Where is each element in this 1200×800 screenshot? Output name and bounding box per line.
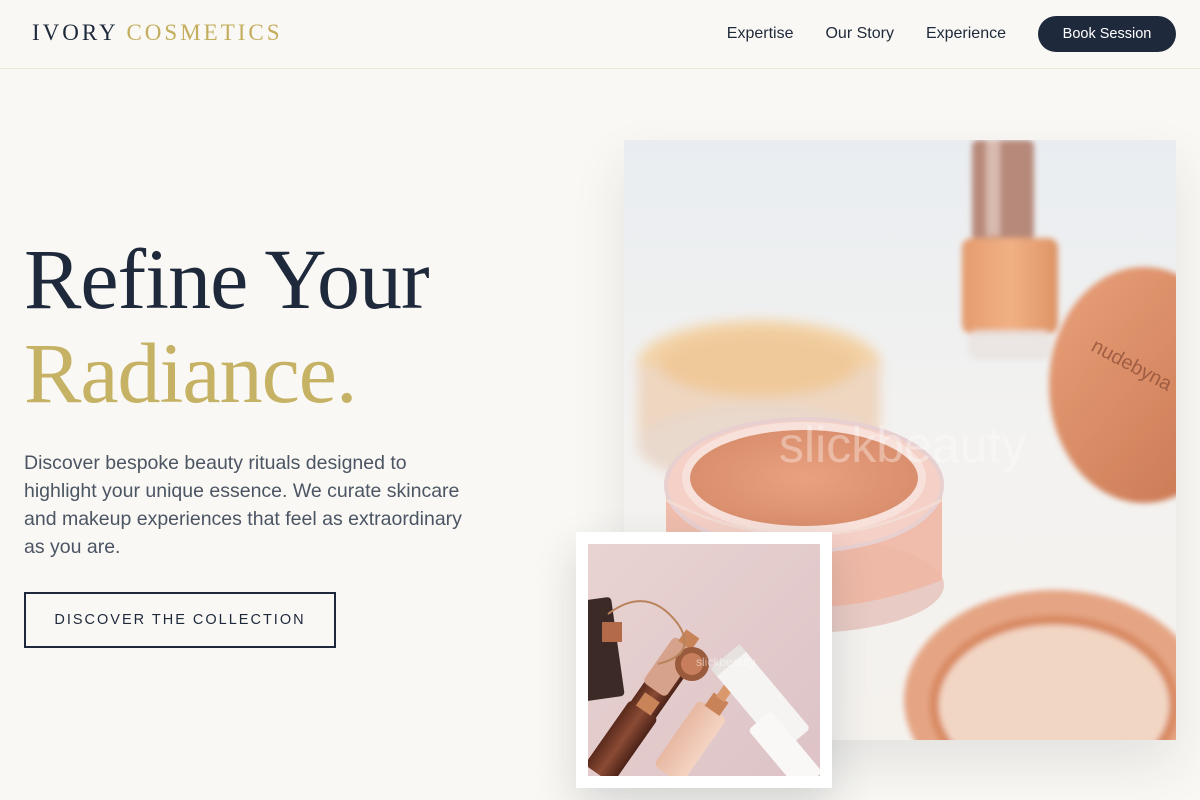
hero-description: Discover bespoke beauty rituals designed…: [24, 452, 462, 558]
discover-collection-button[interactable]: DISCOVER THE COLLECTION: [24, 592, 336, 648]
nav-link-experience[interactable]: Experience: [926, 25, 1006, 43]
logo-word-cosmetics: COSMETICS: [126, 20, 283, 45]
secondary-image-watermark: slickbeauty: [696, 655, 755, 669]
hero-headline: Refine Your Radiance.: [24, 231, 430, 421]
secondary-image-card: slickbeauty: [576, 532, 832, 788]
hero-headline-line2: Radiance.: [24, 325, 357, 421]
hero-headline-line1: Refine Your: [24, 231, 430, 327]
brand-logo[interactable]: IVORY COSMETICS: [32, 20, 283, 46]
nav-link-expertise[interactable]: Expertise: [727, 25, 794, 43]
nav-link-our-story[interactable]: Our Story: [825, 25, 893, 43]
secondary-image: slickbeauty: [588, 544, 820, 776]
site-header: IVORY COSMETICS Expertise Our Story Expe…: [0, 0, 1200, 69]
book-session-button[interactable]: Book Session: [1038, 16, 1176, 52]
main-image-watermark: slickbeauty: [779, 417, 1026, 473]
main-nav: Expertise Our Story Experience Book Sess…: [727, 16, 1176, 52]
logo-word-ivory: IVORY: [32, 20, 118, 45]
